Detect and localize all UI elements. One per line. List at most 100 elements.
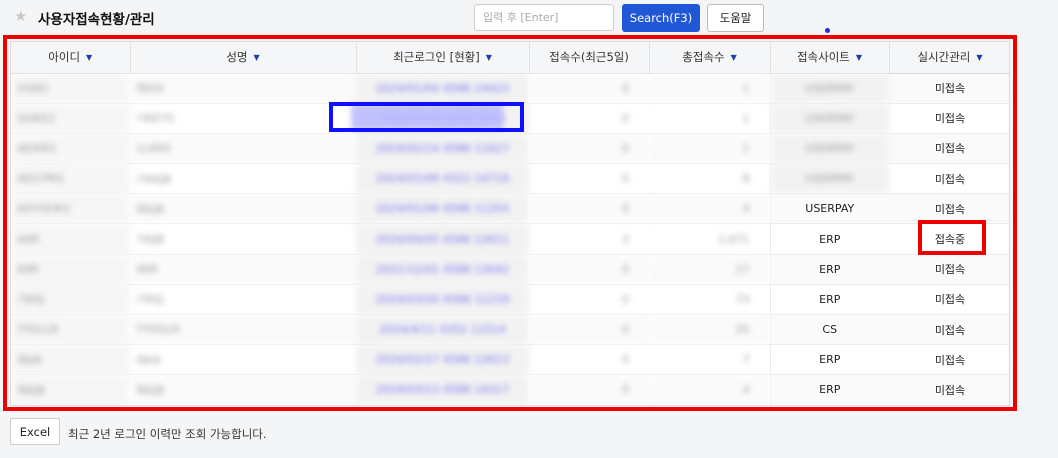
access-site-cell: ERP <box>769 374 889 405</box>
column-header[interactable]: 접속사이트 ▼ <box>770 42 890 74</box>
last-login-cell: 2024/01/06 4586 11203 <box>356 193 529 225</box>
user-name-cell: 기KJB <box>130 223 356 255</box>
user-id-cell: TYOLLR <box>11 314 130 346</box>
recent-access-count-cell: 0 <box>529 163 649 195</box>
user-id-cell: 기KEJ <box>11 284 130 316</box>
access-site-cell: USERPAY <box>769 103 889 134</box>
user-name-cell: 4KR <box>130 254 356 285</box>
column-header-label: 최근로그인 [현황] <box>393 50 480 65</box>
column-header[interactable]: 실시간관리 ▼ <box>889 42 1009 74</box>
access-site-cell: USERPAY <box>769 73 889 104</box>
table-row[interactable]: TYOLLR TYOQLR 2024/4/11 4352 11514 0 20 CS 미접속 <box>11 314 1009 346</box>
column-header-label: 아이디 <box>48 50 81 65</box>
column-header-label: 실시간관리 <box>917 50 971 65</box>
last-login-cell: 2024/01/04 4586 14423 <box>356 73 529 104</box>
column-header-label: 접속사이트 <box>796 50 850 65</box>
recent-access-count-cell: 0 <box>529 284 649 316</box>
caret-down-icon[interactable]: ▼ <box>976 53 982 62</box>
table-row[interactable]: 최KR 최KR 2024/02/27 4586 12613 0 7 ERP 미접속 <box>11 344 1009 376</box>
access-site-cell: USERPAY <box>769 163 889 195</box>
access-site-cell: ERP <box>769 344 889 376</box>
total-access-count-cell: 1,671 <box>649 223 770 255</box>
status-cell[interactable]: 미접속 <box>889 314 1009 346</box>
user-name-cell: 최KR <box>130 344 356 376</box>
user-id-cell: 최KR <box>11 344 130 376</box>
caret-down-icon[interactable]: ▼ <box>731 53 737 62</box>
selected-cell-highlight <box>351 104 503 130</box>
total-access-count-cell: 1 <box>649 133 770 165</box>
recent-access-count-cell: 0 <box>529 344 649 376</box>
table-row[interactable]: AEICPRS 기KKJB 2024/01/09 4322 14719 0 8 USERP… <box>11 163 1009 195</box>
user-name-cell: 최KSI <box>130 73 356 104</box>
user-name-cell: 기KEYS <box>130 103 356 134</box>
total-access-count-cell: 20 <box>649 314 770 346</box>
status-cell[interactable]: 미접속 <box>889 254 1009 285</box>
access-site-cell: ERP <box>769 254 889 285</box>
column-header[interactable]: 접속수(최근5일) <box>529 42 650 74</box>
last-login-cell: 2024/03/13 4586 14317 <box>356 374 529 405</box>
page-header: ★ 사용자접속현황/관리 Search(F3) 도움말 <box>0 0 1058 36</box>
user-id-cell: AEIKR1 <box>11 133 130 165</box>
last-login-cell: 2024/4/11 4352 11514 <box>356 314 529 346</box>
status-cell[interactable]: 미접속 <box>889 133 1009 165</box>
column-header[interactable]: 최근로그인 [현황] ▼ <box>356 42 530 74</box>
user-name-cell: 최KJB <box>130 193 356 225</box>
last-login-cell: 2024/04/05 4586 12611 <box>356 223 529 255</box>
status-cell[interactable]: 미접속 <box>889 73 1009 104</box>
page-title: 사용자접속현황/관리 <box>38 12 155 28</box>
status-cell[interactable]: 미접속 <box>889 163 1009 195</box>
caret-down-icon[interactable]: ▼ <box>86 53 92 62</box>
marker-dot <box>825 28 830 33</box>
table-row[interactable]: SSKEI 최KSI 2024/01/04 4586 14423 0 1 USERPAY 미… <box>11 73 1009 104</box>
star-icon[interactable]: ★ <box>14 7 27 25</box>
table-header-row: 아이디 ▼ 성명 ▼ 최근로그인 [현황] ▼ 접속수(최근5일) 총접속수 ▼ 접속사이트 ▼ 실시… <box>11 42 1009 74</box>
user-id-cell: A4R <box>11 223 130 255</box>
excel-button[interactable]: Excel <box>10 418 60 445</box>
status-cell[interactable]: 미접속 <box>889 193 1009 225</box>
status-cell[interactable]: 미접속 <box>889 103 1009 134</box>
column-header[interactable]: 성명 ▼ <box>130 42 357 74</box>
recent-access-count-cell: 0 <box>529 73 649 104</box>
last-login-cell: 2024/03/20 4586 11219 <box>356 284 529 316</box>
user-id-cell: A9R <box>11 254 130 285</box>
last-login-cell: 2024/02/14 4586 11627 <box>356 133 529 165</box>
access-site-cell: ERP <box>769 284 889 316</box>
column-header[interactable]: 총접속수 ▼ <box>649 42 771 74</box>
last-login-cell: 2021/12/01 4586 13042 <box>356 254 529 285</box>
column-header[interactable]: 아이디 ▼ <box>11 42 131 74</box>
user-name-cell: 기KEJ <box>130 284 356 316</box>
recent-access-count-cell: 3 <box>529 223 649 255</box>
recent-access-count-cell: 0 <box>529 254 649 285</box>
search-input[interactable] <box>474 4 614 31</box>
total-access-count-cell: 4 <box>649 193 770 225</box>
table-row[interactable]: A9R 4KR 2021/12/01 4586 13042 0 27 ERP 미접속 <box>11 254 1009 285</box>
caret-down-icon[interactable]: ▼ <box>254 53 260 62</box>
total-access-count-cell: 73 <box>649 284 770 316</box>
user-id-cell: 최KJB <box>11 374 130 405</box>
help-button[interactable]: 도움말 <box>707 4 764 32</box>
table-body: SSKEI 최KSI 2024/01/04 4586 14423 0 1 USERPAY 미… <box>11 73 1009 405</box>
status-cell[interactable]: 미접속 <box>889 374 1009 405</box>
table-row[interactable]: SSIKE2기KEYS2024/03/08 4032 404201USERPAY… <box>11 103 1009 134</box>
total-access-count-cell: 7 <box>649 344 770 376</box>
access-site-cell: USERPAY <box>769 193 889 225</box>
access-site-cell: CS <box>769 314 889 346</box>
user-name-cell: 최KJB <box>130 374 356 405</box>
table-row[interactable]: 최KJB 최KJB 2024/03/13 4586 14317 0 4 ERP 미접속 <box>11 374 1009 405</box>
user-name-cell: 1LKRS <box>130 133 356 165</box>
last-login-cell: 2024/02/27 4586 12613 <box>356 344 529 376</box>
table-row[interactable]: A4R 기KJB 2024/04/05 4586 12611 3 1,671 ERP 접속중 <box>11 223 1009 255</box>
total-access-count-cell: 1 <box>649 103 770 134</box>
table-row[interactable]: ASYSEIKU 최KJB 2024/01/06 4586 11203 0 4 USERP… <box>11 193 1009 225</box>
status-cell[interactable]: 미접속 <box>889 284 1009 316</box>
column-header-label: 총접속수 <box>682 50 725 65</box>
caret-down-icon[interactable]: ▼ <box>486 53 492 62</box>
table-row[interactable]: 기KEJ 기KEJ 2024/03/20 4586 11219 0 73 ERP 미접속 <box>11 284 1009 316</box>
search-button[interactable]: Search(F3) <box>622 4 700 32</box>
status-cell[interactable]: 접속중 <box>889 223 1009 255</box>
table-row[interactable]: AEIKR1 1LKRS 2024/02/14 4586 11627 0 1 USERPA… <box>11 133 1009 165</box>
total-access-count-cell: 27 <box>649 254 770 285</box>
recent-access-count-cell: 0 <box>529 133 649 165</box>
status-cell[interactable]: 미접속 <box>889 344 1009 376</box>
caret-down-icon[interactable]: ▼ <box>856 53 862 62</box>
